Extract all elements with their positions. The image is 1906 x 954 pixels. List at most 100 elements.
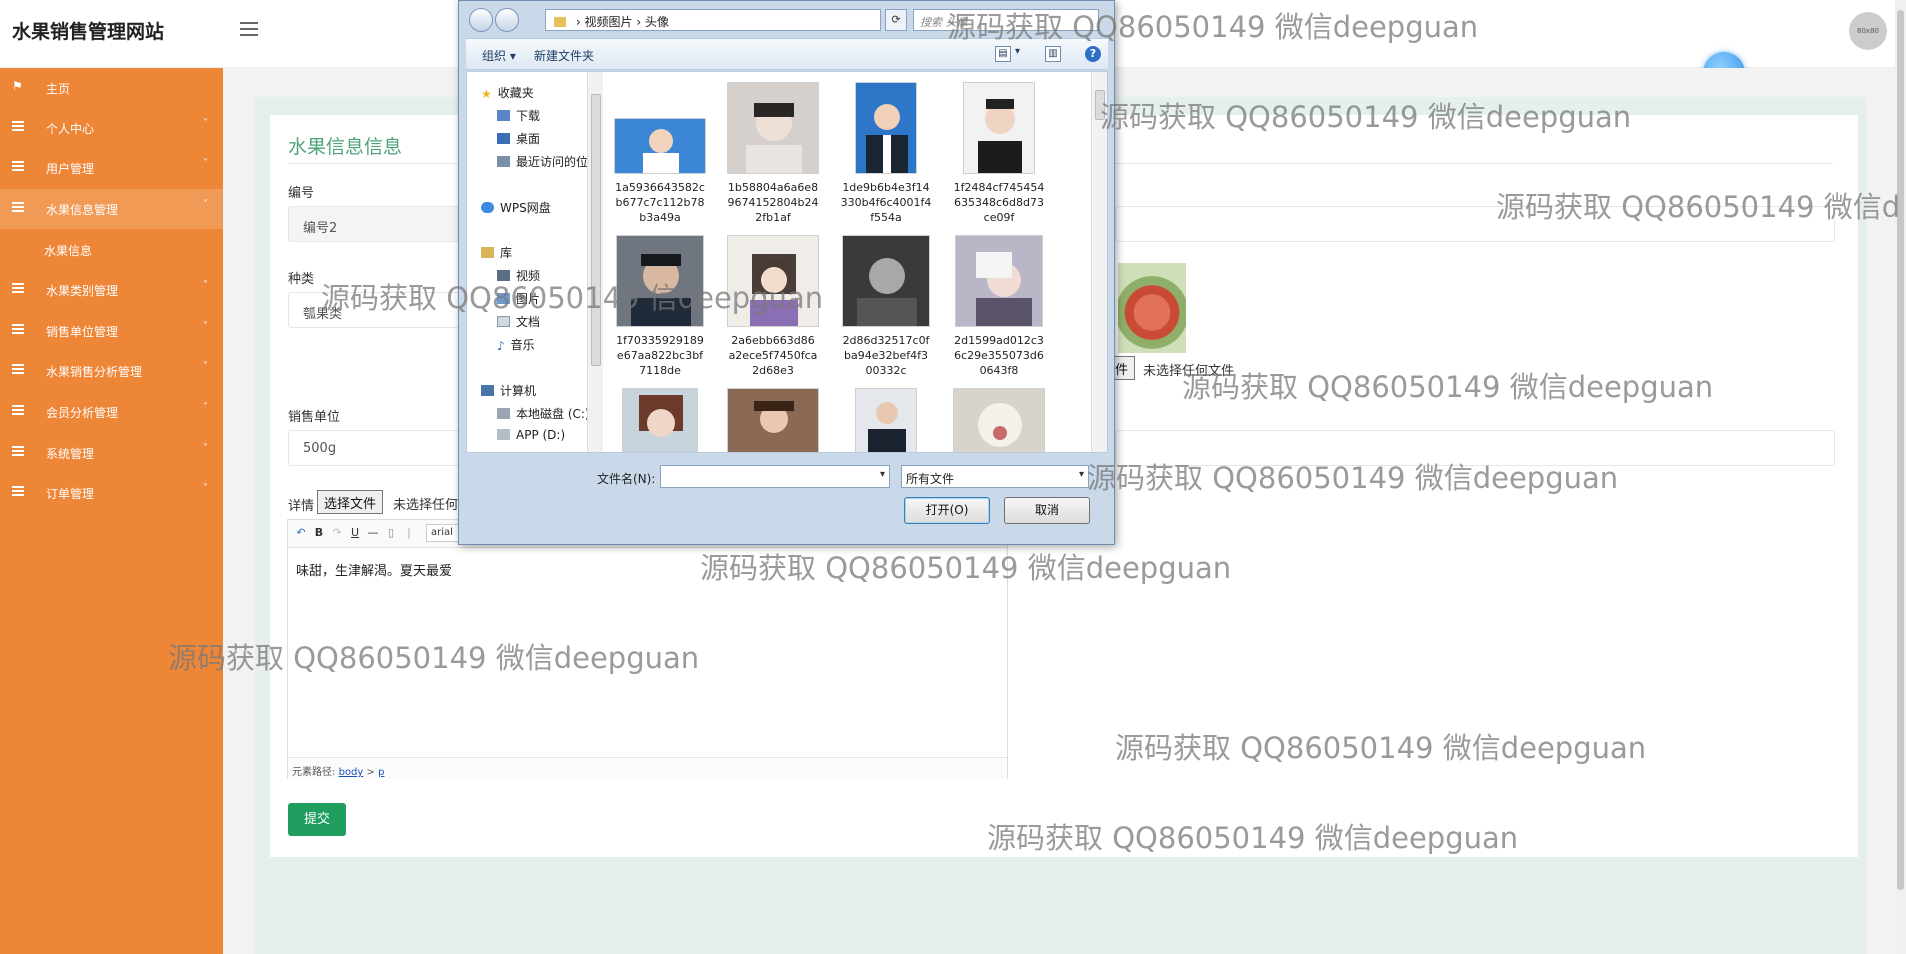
chevron-down-icon: ˅ bbox=[203, 402, 208, 413]
element-path-separator: > bbox=[366, 767, 375, 778]
file-grid-scrollbar[interactable] bbox=[1091, 72, 1107, 452]
redo-icon[interactable]: ↷ bbox=[330, 526, 344, 540]
chevron-down-icon: ˅ bbox=[203, 443, 208, 454]
file-item[interactable]: 1a5936643582c b677c7c112b78 b3a49a bbox=[609, 82, 711, 225]
file-item[interactable] bbox=[835, 388, 937, 452]
sidebar-item-system[interactable]: 系统管理 ˅ bbox=[0, 433, 223, 473]
avatar[interactable]: 80x80 bbox=[1849, 12, 1887, 50]
file-thumbnail bbox=[953, 388, 1045, 452]
editor-element-path: 元素路径: body > p bbox=[288, 757, 1007, 779]
file-item[interactable]: 1de9b6b4e3f14 330b4f6c4001f4 f554a bbox=[835, 82, 937, 225]
category-select[interactable]: 瓠果类 bbox=[288, 292, 478, 328]
view-dropdown-icon[interactable]: ▾ bbox=[1015, 46, 1020, 57]
sidebar-item-label: 系统管理 bbox=[46, 447, 95, 461]
sidebar-item-profile[interactable]: 个人中心 ˅ bbox=[0, 108, 223, 148]
page-scrollbar[interactable] bbox=[1895, 0, 1906, 954]
file-item[interactable]: 1f70335929189 e67aa822bc3bf 7118de bbox=[609, 235, 711, 378]
sidebar-item-unit[interactable]: 销售单位管理 ˅ bbox=[0, 311, 223, 351]
file-name: 1b58804a6a6e8 9674152804b24 2fb1af bbox=[727, 181, 819, 224]
tree-item-favorites[interactable]: ★ 收藏夹 bbox=[481, 84, 534, 101]
music-icon: ♪ bbox=[497, 339, 505, 353]
forward-icon[interactable] bbox=[495, 8, 519, 32]
price-field[interactable] bbox=[1115, 430, 1835, 466]
tree-item-desktop[interactable]: 桌面 bbox=[497, 130, 540, 147]
file-item[interactable]: 2a6ebb663d86 a2ece5f7450fca 2d68e3 bbox=[722, 235, 824, 378]
flag-icon: ⚑ bbox=[12, 79, 23, 93]
drive-icon bbox=[497, 408, 510, 419]
tree-scrollbar[interactable] bbox=[587, 72, 603, 452]
file-item[interactable]: 1b58804a6a6e8 9674152804b24 2fb1af bbox=[722, 82, 824, 225]
dialog-search-input[interactable]: 搜索 头像 bbox=[913, 9, 1099, 31]
file-thumbnail bbox=[855, 82, 917, 174]
scrollbar-thumb[interactable] bbox=[1897, 10, 1904, 890]
refresh-icon[interactable]: ⟳ bbox=[885, 9, 907, 31]
address-bar[interactable]: › 视频图片 › 头像 bbox=[545, 9, 881, 31]
chevron-up-icon: ˅ bbox=[203, 199, 208, 210]
submit-button[interactable]: 提交 bbox=[288, 803, 346, 836]
file-item[interactable] bbox=[609, 388, 711, 452]
tree-item-wps[interactable]: WPS网盘 bbox=[481, 199, 551, 216]
file-item[interactable]: 2d1599ad012c3 6c29e355073d6 0643f8 bbox=[948, 235, 1050, 378]
choose-file-button[interactable]: 选择文件 bbox=[317, 490, 384, 514]
back-icon[interactable] bbox=[469, 8, 493, 32]
tree-item-pictures[interactable]: 图片 bbox=[497, 290, 540, 307]
rich-text-editor[interactable]: ↶ B ↷ U — ▯ | arial 味甜，生津解渴。夏天最爱 元素路径: b… bbox=[287, 519, 1008, 779]
sidebar-item-home[interactable]: ⚑ 主页 bbox=[0, 68, 223, 108]
bold-icon[interactable]: B bbox=[312, 526, 326, 540]
scrollbar-thumb[interactable] bbox=[1095, 90, 1105, 120]
file-item[interactable]: 2d86d32517c0f ba94e32bef4f3 00332c bbox=[835, 235, 937, 378]
tree-item-library[interactable]: 库 bbox=[481, 244, 512, 261]
horizontal-rule-icon[interactable]: — bbox=[366, 526, 380, 540]
number-field[interactable]: 编号2 bbox=[288, 206, 478, 242]
file-thumbnail bbox=[622, 388, 698, 452]
element-path-body[interactable]: body bbox=[339, 767, 364, 778]
menu-toggle-icon[interactable] bbox=[240, 22, 258, 36]
tree-item-computer[interactable]: 计算机 bbox=[481, 382, 536, 399]
sidebar-item-member-analysis[interactable]: 会员分析管理 ˅ bbox=[0, 392, 223, 432]
dialog-toolbar: 组织 ▾ 新建文件夹 ▤ ▾ ▥ ? bbox=[466, 38, 1108, 70]
sidebar-item-sales-analysis[interactable]: 水果销售分析管理 ˅ bbox=[0, 351, 223, 391]
sidebar-item-orders[interactable]: 订单管理 ˅ bbox=[0, 473, 223, 513]
help-icon[interactable]: ? bbox=[1085, 46, 1101, 62]
organize-button[interactable]: 组织 ▾ bbox=[482, 47, 516, 64]
filename-input[interactable] bbox=[660, 465, 890, 488]
file-item[interactable] bbox=[722, 388, 824, 452]
tree-item-downloads[interactable]: 下载 bbox=[497, 107, 540, 124]
file-item[interactable]: 1f2484cf745454 635348c6d8d73 ce09f bbox=[948, 82, 1050, 225]
scrollbar-thumb[interactable] bbox=[591, 94, 601, 366]
tree-item-documents[interactable]: 文档 bbox=[497, 313, 540, 330]
cancel-button[interactable]: 取消 bbox=[1004, 497, 1090, 524]
new-folder-button[interactable]: 新建文件夹 bbox=[534, 47, 594, 64]
sidebar-item-label: 销售单位管理 bbox=[46, 325, 119, 339]
name-field[interactable] bbox=[1115, 206, 1835, 242]
undo-icon[interactable]: ↶ bbox=[294, 526, 308, 540]
element-path-p[interactable]: p bbox=[378, 767, 384, 778]
folder-icon bbox=[554, 17, 566, 27]
chevron-down-icon: ˅ bbox=[203, 280, 208, 291]
open-button[interactable]: 打开(O) bbox=[904, 497, 990, 524]
tree-item-drive-c[interactable]: 本地磁盘 (C:) bbox=[497, 405, 590, 422]
sidebar-item-label: 会员分析管理 bbox=[46, 406, 119, 420]
tree-item-music[interactable]: ♪ 音乐 bbox=[497, 336, 535, 353]
underline-icon[interactable]: U bbox=[348, 526, 362, 540]
view-options-icon[interactable]: ▤ bbox=[995, 46, 1011, 62]
recent-places-icon bbox=[497, 156, 510, 167]
file-item[interactable] bbox=[948, 388, 1050, 452]
unit-select[interactable]: 500g bbox=[288, 430, 478, 466]
tree-item-recent[interactable]: 最近访问的位置 bbox=[497, 153, 600, 170]
file-thumbnail bbox=[614, 118, 706, 174]
document-icon[interactable]: ▯ bbox=[384, 526, 398, 540]
sidebar-item-fruit-info[interactable]: 水果信息管理 ˅ bbox=[0, 189, 223, 229]
sidebar-item-users[interactable]: 用户管理 ˅ bbox=[0, 148, 223, 188]
chevron-down-icon: ˅ bbox=[203, 158, 208, 169]
sidebar-item-category[interactable]: 水果类别管理 ˅ bbox=[0, 270, 223, 310]
breadcrumb-current[interactable]: 头像 bbox=[645, 15, 669, 29]
tree-item-drive-d[interactable]: APP (D:) bbox=[497, 428, 565, 442]
sidebar-subitem-fruit[interactable]: 水果信息 bbox=[44, 242, 92, 259]
preview-pane-icon[interactable]: ▥ bbox=[1045, 46, 1061, 62]
tree-item-label: WPS网盘 bbox=[500, 201, 551, 215]
editor-content[interactable]: 味甜，生津解渴。夏天最爱 bbox=[296, 560, 452, 579]
file-type-select[interactable]: 所有文件 bbox=[901, 465, 1089, 488]
tree-item-videos[interactable]: 视频 bbox=[497, 267, 540, 284]
breadcrumb-folder[interactable]: 视频图片 bbox=[584, 15, 632, 29]
